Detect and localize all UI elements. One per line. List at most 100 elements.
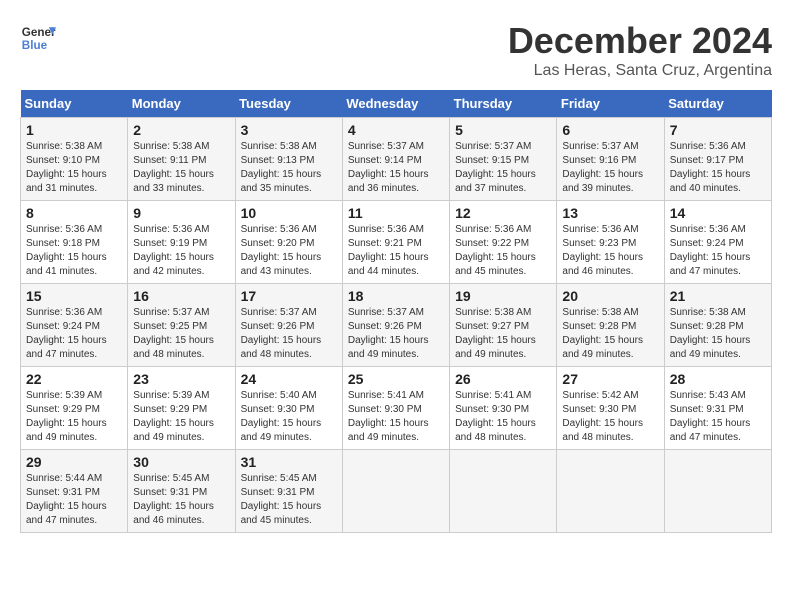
svg-text:Blue: Blue [22, 39, 48, 52]
calendar-cell-empty [664, 450, 771, 533]
day-info: Sunrise: 5:39 AMSunset: 9:29 PMDaylight:… [133, 390, 214, 443]
day-info: Sunrise: 5:37 AMSunset: 9:16 PMDaylight:… [562, 141, 643, 194]
day-info: Sunrise: 5:42 AMSunset: 9:30 PMDaylight:… [562, 390, 643, 443]
day-info: Sunrise: 5:40 AMSunset: 9:30 PMDaylight:… [241, 390, 322, 443]
day-info: Sunrise: 5:36 AMSunset: 9:20 PMDaylight:… [241, 224, 322, 277]
day-number: 30 [133, 454, 229, 470]
calendar-cell-empty [342, 450, 449, 533]
calendar-cell-17: 17Sunrise: 5:37 AMSunset: 9:26 PMDayligh… [235, 284, 342, 367]
day-number: 2 [133, 122, 229, 138]
title-section: December 2024 Las Heras, Santa Cruz, Arg… [508, 20, 772, 80]
calendar-cell-8: 8 Sunrise: 5:36 AMSunset: 9:18 PMDaylight… [21, 201, 128, 284]
header-friday: Friday [557, 90, 664, 118]
calendar-cell-empty [450, 450, 557, 533]
day-info: Sunrise: 5:36 AMSunset: 9:23 PMDaylight:… [562, 224, 643, 277]
day-number: 10 [241, 205, 337, 221]
calendar-cell-28: 28 Sunrise: 5:43 AMSunset: 9:31 PMDayligh… [664, 367, 771, 450]
day-number: 27 [562, 371, 658, 387]
day-number: 3 [241, 122, 337, 138]
calendar-cell-15: 15 Sunrise: 5:36 AMSunset: 9:24 PMDayligh… [21, 284, 128, 367]
day-info: Sunrise: 5:45 AMSunset: 9:31 PMDaylight:… [241, 473, 322, 526]
day-info: Sunrise: 5:41 AMSunset: 9:30 PMDaylight:… [455, 390, 536, 443]
day-number: 31 [241, 454, 337, 470]
calendar-cell-empty [557, 450, 664, 533]
day-number: 1 [26, 122, 122, 138]
header-wednesday: Wednesday [342, 90, 449, 118]
day-info: Sunrise: 5:38 AMSunset: 9:28 PMDaylight:… [562, 307, 643, 360]
month-title: December 2024 [508, 20, 772, 62]
day-number: 5 [455, 122, 551, 138]
calendar-week-3: 22 Sunrise: 5:39 AMSunset: 9:29 PMDayligh… [21, 367, 772, 450]
day-info: Sunrise: 5:43 AMSunset: 9:31 PMDaylight:… [670, 390, 751, 443]
day-number: 8 [26, 205, 122, 221]
header-sunday: Sunday [21, 90, 128, 118]
calendar-cell-10: 10 Sunrise: 5:36 AMSunset: 9:20 PMDayligh… [235, 201, 342, 284]
calendar-cell-1: 1Sunrise: 5:38 AMSunset: 9:10 PMDaylight… [21, 118, 128, 201]
calendar-cell-21: 21 Sunrise: 5:38 AMSunset: 9:28 PMDayligh… [664, 284, 771, 367]
day-number: 22 [26, 371, 122, 387]
calendar-cell-13: 13Sunrise: 5:36 AMSunset: 9:23 PMDayligh… [557, 201, 664, 284]
day-number: 19 [455, 288, 551, 304]
day-info: Sunrise: 5:37 AMSunset: 9:25 PMDaylight:… [133, 307, 214, 360]
day-number: 14 [670, 205, 766, 221]
calendar-cell-5: 5 Sunrise: 5:37 AMSunset: 9:15 PMDaylight… [450, 118, 557, 201]
day-info: Sunrise: 5:36 AMSunset: 9:18 PMDaylight:… [26, 224, 107, 277]
calendar-cell-27: 27 Sunrise: 5:42 AMSunset: 9:30 PMDayligh… [557, 367, 664, 450]
calendar-cell-29: 29Sunrise: 5:44 AMSunset: 9:31 PMDayligh… [21, 450, 128, 533]
day-info: Sunrise: 5:37 AMSunset: 9:26 PMDaylight:… [348, 307, 429, 360]
day-number: 25 [348, 371, 444, 387]
day-info: Sunrise: 5:36 AMSunset: 9:24 PMDaylight:… [26, 307, 107, 360]
day-number: 12 [455, 205, 551, 221]
calendar-cell-22: 22 Sunrise: 5:39 AMSunset: 9:29 PMDayligh… [21, 367, 128, 450]
logo-icon: General Blue [20, 20, 56, 56]
day-info: Sunrise: 5:36 AMSunset: 9:21 PMDaylight:… [348, 224, 429, 277]
day-info: Sunrise: 5:36 AMSunset: 9:22 PMDaylight:… [455, 224, 536, 277]
calendar-week-2: 15 Sunrise: 5:36 AMSunset: 9:24 PMDayligh… [21, 284, 772, 367]
header-saturday: Saturday [664, 90, 771, 118]
day-info: Sunrise: 5:38 AMSunset: 9:11 PMDaylight:… [133, 141, 214, 194]
calendar-header-row: SundayMondayTuesdayWednesdayThursdayFrid… [21, 90, 772, 118]
calendar-cell-18: 18 Sunrise: 5:37 AMSunset: 9:26 PMDayligh… [342, 284, 449, 367]
day-number: 20 [562, 288, 658, 304]
day-info: Sunrise: 5:36 AMSunset: 9:17 PMDaylight:… [670, 141, 751, 194]
calendar-cell-25: 25 Sunrise: 5:41 AMSunset: 9:30 PMDayligh… [342, 367, 449, 450]
calendar-cell-9: 9 Sunrise: 5:36 AMSunset: 9:19 PMDaylight… [128, 201, 235, 284]
calendar-cell-20: 20 Sunrise: 5:38 AMSunset: 9:28 PMDayligh… [557, 284, 664, 367]
day-number: 9 [133, 205, 229, 221]
calendar-cell-11: 11Sunrise: 5:36 AMSunset: 9:21 PMDayligh… [342, 201, 449, 284]
calendar-cell-26: 26 Sunrise: 5:41 AMSunset: 9:30 PMDayligh… [450, 367, 557, 450]
day-number: 24 [241, 371, 337, 387]
calendar-cell-19: 19 Sunrise: 5:38 AMSunset: 9:27 PMDayligh… [450, 284, 557, 367]
day-number: 26 [455, 371, 551, 387]
location-title: Las Heras, Santa Cruz, Argentina [508, 62, 772, 80]
calendar-cell-7: 7 Sunrise: 5:36 AMSunset: 9:17 PMDaylight… [664, 118, 771, 201]
calendar-cell-6: 6Sunrise: 5:37 AMSunset: 9:16 PMDaylight… [557, 118, 664, 201]
day-info: Sunrise: 5:39 AMSunset: 9:29 PMDaylight:… [26, 390, 107, 443]
calendar-cell-23: 23 Sunrise: 5:39 AMSunset: 9:29 PMDayligh… [128, 367, 235, 450]
day-info: Sunrise: 5:38 AMSunset: 9:28 PMDaylight:… [670, 307, 751, 360]
logo: General Blue [20, 20, 56, 56]
calendar-cell-4: 4 Sunrise: 5:37 AMSunset: 9:14 PMDaylight… [342, 118, 449, 201]
calendar-cell-24: 24 Sunrise: 5:40 AMSunset: 9:30 PMDayligh… [235, 367, 342, 450]
day-number: 29 [26, 454, 122, 470]
day-number: 18 [348, 288, 444, 304]
header: General Blue December 2024 Las Heras, Sa… [20, 20, 772, 80]
day-info: Sunrise: 5:36 AMSunset: 9:19 PMDaylight:… [133, 224, 214, 277]
day-number: 7 [670, 122, 766, 138]
day-number: 15 [26, 288, 122, 304]
day-number: 28 [670, 371, 766, 387]
calendar-week-0: 1Sunrise: 5:38 AMSunset: 9:10 PMDaylight… [21, 118, 772, 201]
day-number: 16 [133, 288, 229, 304]
day-info: Sunrise: 5:38 AMSunset: 9:27 PMDaylight:… [455, 307, 536, 360]
day-number: 4 [348, 122, 444, 138]
calendar-week-4: 29Sunrise: 5:44 AMSunset: 9:31 PMDayligh… [21, 450, 772, 533]
day-info: Sunrise: 5:41 AMSunset: 9:30 PMDaylight:… [348, 390, 429, 443]
day-info: Sunrise: 5:37 AMSunset: 9:15 PMDaylight:… [455, 141, 536, 194]
day-info: Sunrise: 5:36 AMSunset: 9:24 PMDaylight:… [670, 224, 751, 277]
day-info: Sunrise: 5:45 AMSunset: 9:31 PMDaylight:… [133, 473, 214, 526]
day-number: 23 [133, 371, 229, 387]
day-info: Sunrise: 5:37 AMSunset: 9:26 PMDaylight:… [241, 307, 322, 360]
day-number: 21 [670, 288, 766, 304]
day-info: Sunrise: 5:37 AMSunset: 9:14 PMDaylight:… [348, 141, 429, 194]
calendar-cell-2: 2 Sunrise: 5:38 AMSunset: 9:11 PMDaylight… [128, 118, 235, 201]
